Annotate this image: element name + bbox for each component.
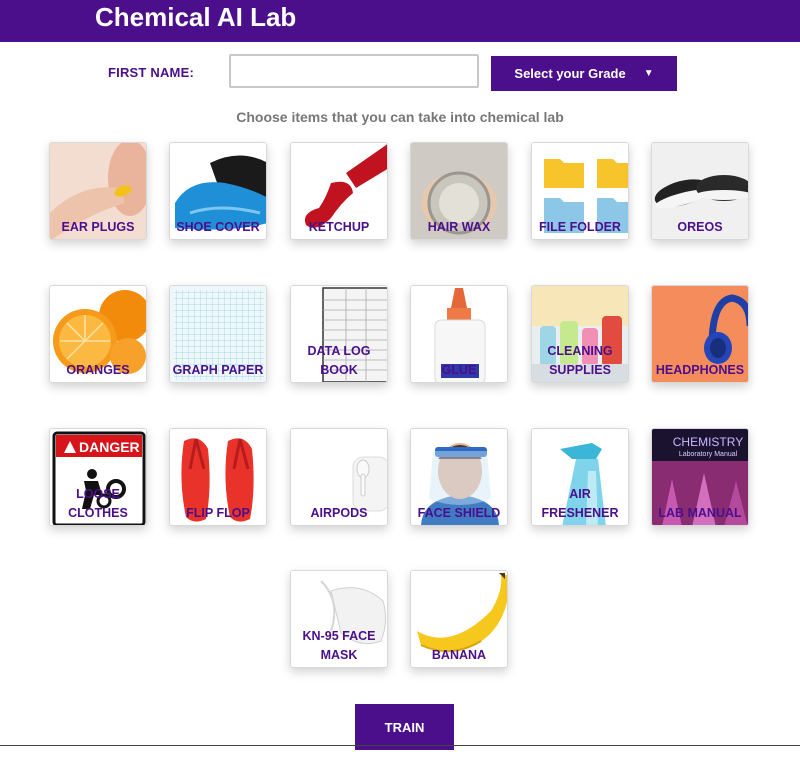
item-label: FACE SHIELD — [417, 506, 501, 520]
item-card-data-log-book[interactable]: DATA LOG BOOK — [290, 285, 388, 383]
item-card-ear-plugs[interactable]: EAR PLUGS — [49, 142, 147, 240]
app-title: Chemical AI Lab — [95, 2, 297, 32]
item-card-shoe-cover[interactable]: SHOE COVER — [169, 142, 267, 240]
manual-cover-title: CHEMISTRY — [673, 435, 743, 449]
train-button[interactable]: TRAIN — [355, 704, 454, 750]
item-label: SHOE COVER — [176, 220, 260, 234]
item-label: KN-95 FACE MASK — [302, 629, 376, 662]
item-label: FLIP FLOP — [186, 506, 250, 520]
item-label: HEADPHONES — [655, 363, 745, 377]
item-card-face-shield[interactable]: FACE SHIELD — [410, 428, 508, 526]
item-card-glue[interactable]: GLUE — [410, 285, 508, 383]
item-label: EAR PLUGS — [61, 220, 135, 234]
grade-select[interactable]: Select your Grade ▼ — [491, 56, 677, 91]
item-card-airpods[interactable]: AIRPODS — [290, 428, 388, 526]
item-card-oreos[interactable]: OREOS — [651, 142, 749, 240]
item-label: AIRPODS — [310, 506, 368, 520]
item-label: DATA LOG BOOK — [307, 344, 371, 377]
item-label: ORANGES — [66, 363, 130, 377]
app-header: Chemical AI Lab — [0, 0, 800, 42]
item-card-cleaning-supplies[interactable]: CLEANING SUPPLIES — [531, 285, 629, 383]
first-name-label: FIRST NAME: — [108, 65, 194, 80]
item-label: LAB MANUAL — [658, 506, 742, 520]
item-card-hair-wax[interactable]: HAIR WAX — [410, 142, 508, 240]
chevron-down-icon: ▼ — [643, 68, 654, 79]
item-card-air-freshener[interactable]: AIR FRESHENER — [531, 428, 629, 526]
first-name-input[interactable] — [229, 54, 479, 88]
item-card-ketchup[interactable]: KETCHUP — [290, 142, 388, 240]
item-label: FILE FOLDER — [539, 220, 621, 234]
item-card-headphones[interactable]: HEADPHONES — [651, 285, 749, 383]
item-label: OREOS — [677, 220, 723, 234]
item-label: BANANA — [431, 648, 487, 662]
item-card-lab-manual[interactable]: CHEMISTRY Laboratory Manual LAB MANUAL — [651, 428, 749, 526]
item-label: CLEANING SUPPLIES — [547, 344, 613, 377]
item-card-flip-flop[interactable]: FLIP FLOP — [169, 428, 267, 526]
item-label: GLUE — [441, 363, 477, 377]
item-card-kn95-face-mask[interactable]: KN-95 FACE MASK — [290, 570, 388, 668]
instruction-text: Choose items that you can take into chem… — [236, 109, 564, 125]
manual-cover-subtitle: Laboratory Manual — [679, 451, 738, 458]
item-card-loose-clothes[interactable]: DANGER LOOSE CLOTHES — [49, 428, 147, 526]
item-label: AIR FRESHENER — [541, 487, 619, 520]
item-card-file-folder[interactable]: FILE FOLDER — [531, 142, 629, 240]
danger-sign-text: DANGER — [79, 439, 140, 455]
item-label: GRAPH PAPER — [172, 363, 264, 377]
item-card-graph-paper[interactable]: GRAPH PAPER — [169, 285, 267, 383]
item-label: LOOSE CLOTHES — [68, 487, 128, 520]
item-card-banana[interactable]: BANANA — [410, 570, 508, 668]
grade-select-label: Select your Grade — [514, 66, 626, 81]
item-label: KETCHUP — [308, 220, 370, 234]
item-label: HAIR WAX — [427, 220, 491, 234]
item-card-oranges[interactable]: ORANGES — [49, 285, 147, 383]
divider — [0, 745, 800, 746]
